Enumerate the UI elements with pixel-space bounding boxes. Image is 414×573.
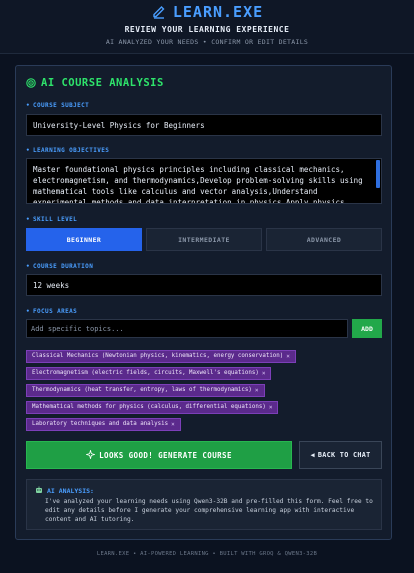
focus-tag: Laboratory techniques and data analysis ×: [26, 417, 181, 431]
pencil-icon: [151, 4, 167, 20]
course-duration-input[interactable]: 12 weeks: [26, 274, 382, 296]
robot-icon: [35, 486, 43, 496]
ai-analysis-heading: AI ANALYSIS:: [35, 486, 373, 496]
focus-tags: Classical Mechanics (Newtonian physics, …: [26, 342, 382, 431]
remove-tag-icon[interactable]: ×: [171, 421, 175, 428]
objectives-label: • LEARNING OBJECTIVES: [26, 147, 110, 154]
logo: LEARN.EXE: [0, 3, 414, 21]
back-to-chat-label: BACK TO CHAT: [317, 451, 371, 459]
remove-tag-icon[interactable]: ×: [269, 404, 273, 411]
subject-label: • COURSE SUBJECT: [26, 102, 90, 109]
topic-input[interactable]: Add specific topics...: [26, 319, 348, 338]
add-topic-row: Add specific topics... ADD: [26, 319, 382, 338]
skill-intermediate-button[interactable]: INTERMEDIATE: [146, 228, 262, 251]
page-header: LEARN.EXE REVIEW YOUR LEARNING EXPERIENC…: [0, 0, 414, 54]
back-to-chat-button[interactable]: ◀ BACK TO CHAT: [299, 441, 382, 469]
card-title-text: AI COURSE ANALYSIS: [41, 77, 164, 89]
page-subtitle: REVIEW YOUR LEARNING EXPERIENCE: [124, 25, 290, 34]
remove-tag-icon[interactable]: ×: [286, 353, 290, 360]
skill-advanced-button[interactable]: ADVANCED: [266, 228, 382, 251]
ai-analysis-text: I've analyzed your learning needs using …: [45, 498, 373, 523]
textarea-scrollbar[interactable]: [376, 160, 380, 188]
course-subject-input[interactable]: University-Level Physics for Beginners: [26, 114, 382, 136]
course-analysis-card: AI COURSE ANALYSIS • COURSE SUBJECT Unive…: [15, 65, 392, 540]
skill-level-selector: BEGINNER INTERMEDIATE ADVANCED: [26, 228, 382, 251]
back-arrow-icon: ◀: [310, 451, 315, 459]
generate-course-label: LOOKS GOOD! GENERATE COURSE: [99, 450, 232, 460]
ai-analysis-note: AI ANALYSIS: I've analyzed your learning…: [26, 479, 382, 530]
focus-areas-label: • FOCUS AREAS: [26, 308, 78, 315]
skill-beginner-button[interactable]: BEGINNER: [26, 228, 142, 251]
generate-course-button[interactable]: LOOKS GOOD! GENERATE COURSE: [26, 441, 292, 469]
target-icon: [26, 78, 36, 88]
add-topic-button[interactable]: ADD: [352, 319, 382, 338]
page-footer: LEARN.EXE • AI-POWERED LEARNING • BUILT …: [96, 551, 318, 557]
skill-level-label: • SKILL LEVEL: [26, 216, 78, 223]
objectives-text: Master foundational physics principles i…: [33, 165, 363, 204]
logo-text: LEARN.EXE: [172, 3, 264, 21]
learning-objectives-textarea[interactable]: Master foundational physics principles i…: [26, 158, 382, 204]
card-title: AI COURSE ANALYSIS: [26, 77, 164, 89]
sparkle-icon: [85, 448, 97, 461]
page-tagline: AI ANALYZED YOUR NEEDS • CONFIRM OR EDIT…: [105, 38, 309, 46]
duration-label: • COURSE DURATION: [26, 263, 94, 270]
